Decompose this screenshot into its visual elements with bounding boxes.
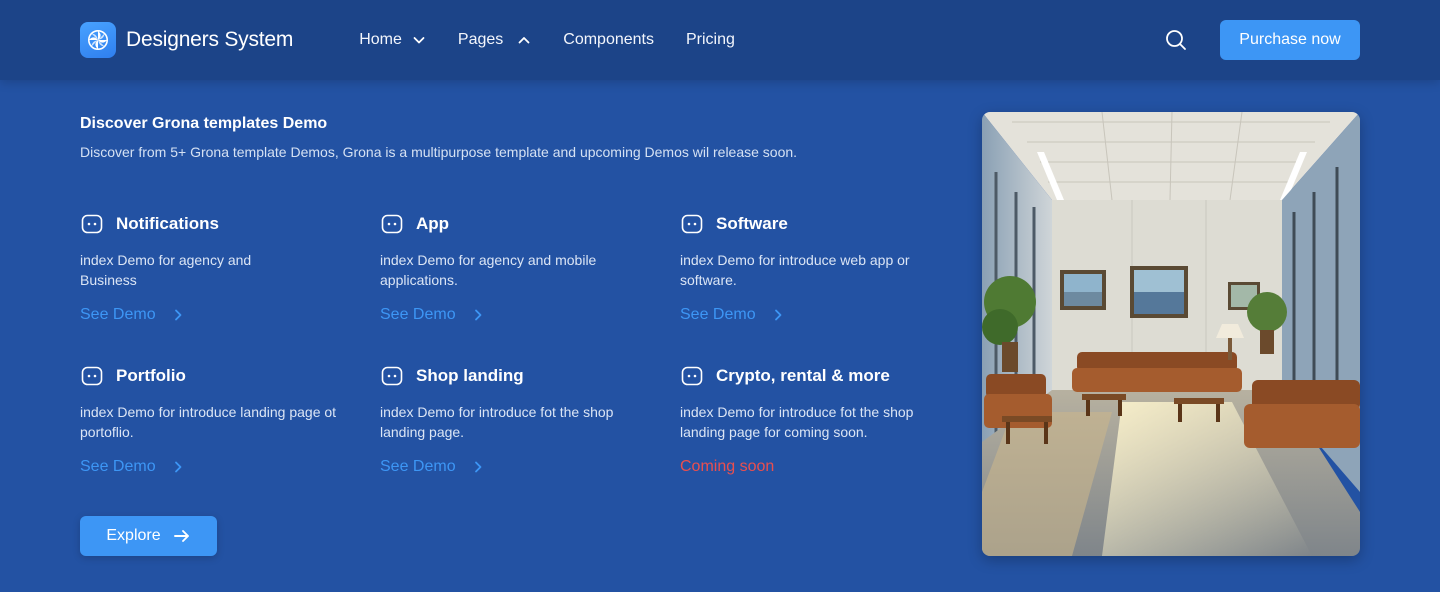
chevron-right-icon — [174, 461, 181, 473]
chevron-right-icon — [774, 309, 781, 321]
arrow-right-icon — [173, 530, 189, 542]
demo-card-title: Portfolio — [116, 366, 186, 385]
chat-bubble-icon — [380, 212, 404, 236]
nav-item-label: Pages — [457, 31, 504, 48]
demo-card-description: index Demo for introduce landing page ot… — [80, 404, 337, 440]
nav-item-pages[interactable]: Pages — [458, 31, 531, 49]
see-demo-label: See Demo — [380, 458, 456, 475]
brand[interactable]: Designers System — [80, 22, 293, 58]
demo-card-title: Notifications — [116, 214, 219, 233]
nav-item-home[interactable]: Home — [359, 31, 426, 49]
explore-button[interactable]: Explore — [80, 516, 217, 556]
chevron-right-icon — [474, 461, 481, 473]
chat-bubble-icon — [680, 364, 704, 388]
chat-bubble-icon — [80, 364, 104, 388]
nav-item-components[interactable]: Components — [563, 31, 654, 49]
see-demo-label: See Demo — [680, 306, 756, 323]
demo-card-title: Software — [716, 214, 788, 233]
demo-card-title: Shop landing — [416, 366, 524, 385]
chevron-down-icon — [413, 37, 425, 44]
chat-bubble-icon — [380, 364, 404, 388]
demo-card-description: index Demo for introduce fot the shop la… — [380, 404, 614, 440]
nav-item-label: Components — [563, 31, 654, 48]
demo-card-software: Software index Demo for introduce web ap… — [680, 210, 960, 323]
aperture-icon — [80, 22, 116, 58]
demo-card-notifications: Notifications index Demo for agency and … — [80, 210, 360, 323]
demo-card-description: index Demo for agency and Business — [80, 252, 252, 288]
search-icon — [1166, 30, 1186, 50]
demo-card-crypto: Crypto, rental & more index Demo for int… — [680, 362, 960, 475]
demo-card-app: App index Demo for agency and mobile app… — [380, 210, 660, 323]
chevron-right-icon — [474, 309, 481, 321]
demos-section: Discover Grona templates Demo Discover f… — [80, 112, 940, 475]
demo-card-description: index Demo for introduce fot the shop la… — [680, 404, 914, 440]
section-title: Discover Grona templates Demo — [80, 115, 328, 132]
see-demo-label: See Demo — [80, 306, 156, 323]
office-lounge-photo — [982, 112, 1360, 556]
section-subtitle: Discover from 5+ Grona template Demos, G… — [80, 144, 798, 160]
chevron-up-icon — [518, 37, 530, 44]
see-demo-link[interactable]: See Demo — [380, 458, 484, 476]
chat-bubble-icon — [680, 212, 704, 236]
demo-card-title: Crypto, rental & more — [716, 366, 890, 385]
chat-bubble-icon — [80, 212, 104, 236]
nav-actions: Purchase now — [1162, 20, 1360, 60]
see-demo-link[interactable]: See Demo — [80, 306, 184, 324]
chevron-right-icon — [174, 309, 181, 321]
see-demo-label: See Demo — [380, 306, 456, 323]
explore-label: Explore — [106, 527, 161, 544]
demo-card-portfolio: Portfolio index Demo for introduce landi… — [80, 362, 360, 475]
see-demo-link[interactable]: See Demo — [380, 306, 484, 324]
see-demo-label: See Demo — [80, 458, 156, 475]
demo-card-shop-landing: Shop landing index Demo for introduce fo… — [380, 362, 660, 475]
see-demo-link[interactable]: See Demo — [680, 306, 784, 324]
main-nav: Home Pages Components Pricing — [359, 31, 767, 49]
top-navbar: Designers System Home Pages Components P… — [0, 0, 1440, 80]
nav-item-label: Home — [359, 31, 402, 48]
purchase-now-button[interactable]: Purchase now — [1220, 20, 1360, 60]
coming-soon-label: Coming soon — [680, 458, 775, 475]
search-button[interactable] — [1162, 26, 1190, 54]
nav-item-label: Pricing — [685, 31, 735, 48]
nav-item-pricing[interactable]: Pricing — [686, 31, 735, 49]
demo-card-title: App — [416, 214, 450, 233]
demo-card-description: index Demo for agency and mobile applica… — [380, 252, 597, 288]
brand-name: Designers System — [126, 28, 294, 51]
demo-card-description: index Demo for introduce web app or soft… — [680, 252, 910, 288]
see-demo-link[interactable]: See Demo — [80, 458, 184, 476]
